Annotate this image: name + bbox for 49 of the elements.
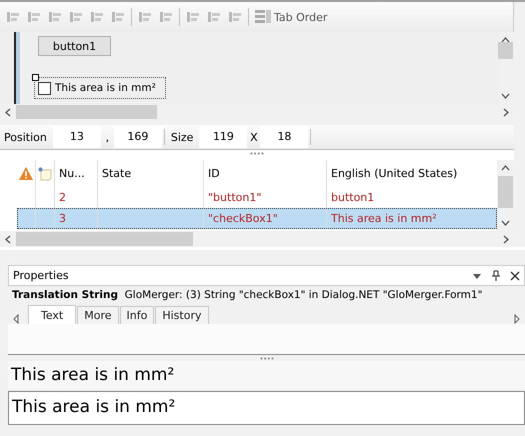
text-area[interactable] (8, 324, 525, 355)
column-header[interactable]: ID (204, 160, 327, 187)
tab[interactable]: More (77, 306, 119, 324)
scroll-down-icon[interactable] (501, 93, 510, 99)
x-field[interactable]: 13 (52, 126, 101, 148)
scroll-left-icon[interactable] (5, 108, 11, 116)
scroll-left-icon[interactable] (12, 314, 20, 324)
table-cell: 3 (55, 208, 98, 229)
resize-handle[interactable] (32, 74, 39, 81)
close-icon[interactable] (510, 270, 520, 280)
splitter-grip-icon[interactable] (250, 152, 264, 155)
column-header[interactable]: English (United States) (327, 160, 497, 187)
source-text: This area is in mm² (8, 361, 525, 389)
y-field[interactable]: 169 (114, 126, 162, 148)
scroll-right-icon[interactable] (503, 234, 509, 244)
column-header[interactable]: State (98, 160, 204, 187)
warning-icon (18, 166, 34, 181)
translation-heading: Translation String GloMerger: (3) String "checkBox1" in Dialog.NET "GloMerger.Form1" (11, 288, 484, 303)
tab[interactable]: Text (28, 305, 76, 324)
tab[interactable]: Info (120, 306, 154, 324)
column-header[interactable]: Nu... (55, 160, 98, 187)
table-cell: "checkBox1" (204, 208, 327, 229)
size-label: Size (170, 130, 194, 144)
checkbox-label: This area is in mm² (55, 82, 156, 94)
tab-order-icon (254, 9, 272, 25)
pin-icon[interactable] (491, 270, 501, 282)
translation-field[interactable]: This area is in mm² (8, 391, 525, 425)
tab-order-button[interactable]: Tab Order (254, 9, 328, 25)
scroll-right-icon[interactable] (503, 108, 509, 116)
note-icon (37, 166, 53, 182)
scroll-up-icon[interactable] (501, 165, 510, 171)
scroll-up-icon[interactable] (501, 37, 510, 43)
width-field[interactable]: 119 (199, 126, 248, 148)
scroll-down-icon[interactable] (501, 220, 510, 226)
checkbox[interactable] (38, 82, 51, 94)
table-cell-text: This area is in mm² (330, 211, 438, 227)
height-field[interactable]: 18 (260, 126, 308, 148)
comma-text: , (104, 130, 110, 144)
panel-title: Properties (13, 269, 70, 282)
position-label: Position (3, 130, 48, 144)
scroll-right-icon[interactable] (513, 314, 521, 324)
table-row[interactable]: 3 "checkBox1" This area is in mm² (17, 208, 497, 229)
tab[interactable]: History (155, 306, 208, 324)
form-checkbox[interactable]: This area is in mm² (34, 77, 166, 99)
table-cell-text: button1 (330, 190, 376, 206)
splitter-grip-icon[interactable] (260, 357, 274, 360)
form-button[interactable]: button1 (38, 36, 111, 56)
scroll-left-icon[interactable] (5, 234, 11, 244)
times-text: X (249, 130, 259, 144)
